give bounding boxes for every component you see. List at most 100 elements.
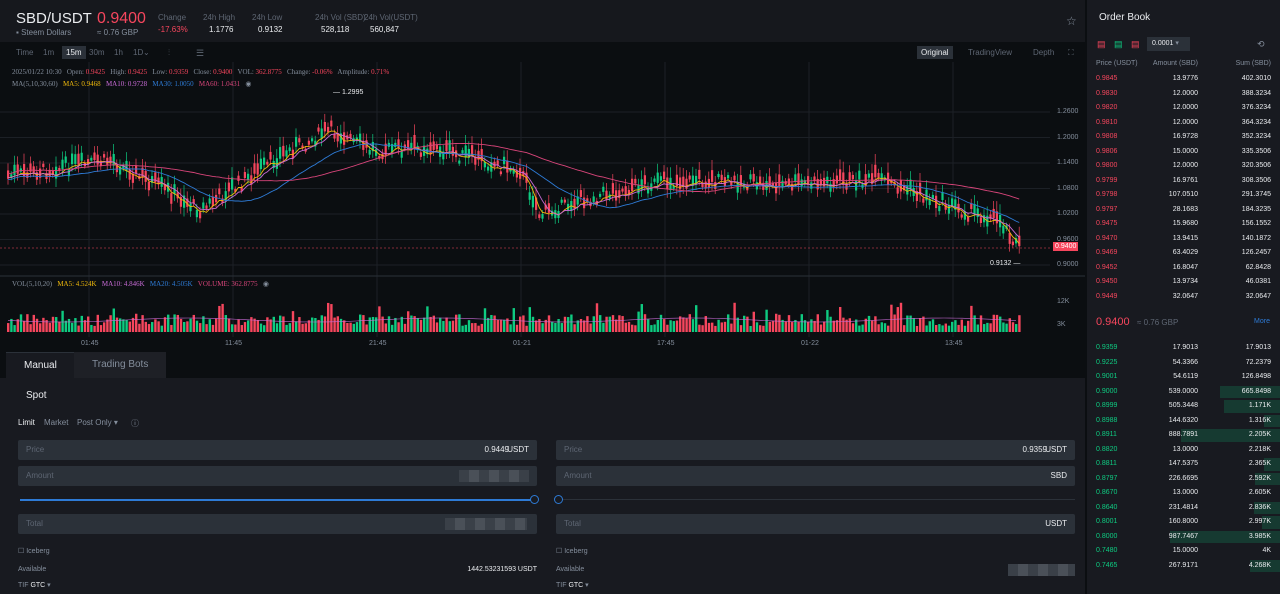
buy-total-input[interactable]: Total — [18, 514, 537, 534]
sell-slider[interactable] — [562, 499, 1075, 500]
volume-bar — [960, 319, 963, 332]
order-sum: 4.268K — [1248, 561, 1271, 569]
ask-row[interactable]: 0.9820 12.0000 376.3234 — [1087, 101, 1280, 116]
ask-row[interactable]: 0.9799 16.9761 308.3506 — [1087, 174, 1280, 189]
more-link[interactable]: More — [1254, 318, 1270, 325]
ask-row[interactable]: 0.9800 12.0000 320.3506 — [1087, 159, 1280, 174]
sell-total-input[interactable]: Total USDT — [556, 514, 1075, 534]
interval-1m[interactable]: 1m — [43, 48, 54, 57]
bid-row[interactable]: 0.8797 226.6695 2.592K — [1087, 472, 1280, 487]
view-bids-icon[interactable]: ▤ — [1114, 39, 1123, 50]
stat-label: 24h Vol (SBD) — [315, 13, 366, 22]
buy-price-input[interactable]: Price 0.9449 USDT — [18, 440, 537, 460]
ask-row[interactable]: 0.9806 15.0000 335.3506 — [1087, 145, 1280, 160]
ask-row[interactable]: 0.9449 32.0647 32.0647 — [1087, 290, 1280, 305]
bid-row[interactable]: 0.8811 147.5375 2.365K — [1087, 457, 1280, 472]
bid-row[interactable]: 0.7480 15.0000 4K — [1087, 544, 1280, 559]
ask-row[interactable]: 0.9452 16.8047 62.8428 — [1087, 261, 1280, 276]
buy-amount-input[interactable]: Amount — [18, 466, 537, 486]
interval-1d[interactable]: 1D — [133, 48, 143, 57]
candle — [704, 175, 707, 194]
refresh-icon[interactable]: ⟲ — [1257, 39, 1265, 50]
bid-row[interactable]: 0.9225 54.3366 72.2379 — [1087, 356, 1280, 371]
ask-row[interactable]: 0.9845 13.9776 402.3010 — [1087, 72, 1280, 87]
order-price: 0.9470 — [1096, 234, 1118, 242]
indicator-icon[interactable]: ⫶ — [168, 48, 170, 58]
ask-row[interactable]: 0.9798 107.0510 291.3745 — [1087, 188, 1280, 203]
info-icon[interactable]: ⓘ — [131, 418, 139, 429]
ask-row[interactable]: 0.9810 12.0000 364.3234 — [1087, 116, 1280, 131]
bid-row[interactable]: 0.9000 539.0000 665.8498 — [1087, 385, 1280, 400]
sell-tif-select[interactable]: TIF GTC ▾ — [556, 581, 589, 589]
interval-15m[interactable]: 15m — [62, 46, 86, 59]
volume-bar — [419, 319, 423, 332]
sell-amount-input[interactable]: Amount SBD — [556, 466, 1075, 486]
buy-slider[interactable] — [20, 499, 535, 501]
bid-row[interactable]: 0.7465 267.9171 4.268K — [1087, 559, 1280, 574]
volume-bar — [141, 315, 144, 332]
volume-bar — [570, 314, 573, 332]
volume-bar — [727, 314, 730, 332]
candle — [39, 160, 42, 185]
buy-tif-select[interactable]: TIF GTC ▾ — [18, 581, 51, 589]
view-original[interactable]: Original — [917, 46, 953, 59]
ask-row[interactable]: 0.9830 12.0000 388.3234 — [1087, 87, 1280, 102]
volume-bar — [800, 314, 803, 332]
bid-row[interactable]: 0.8001 160.8000 2.997K — [1087, 515, 1280, 530]
candle — [464, 135, 467, 167]
fullscreen-icon[interactable]: ⛶ — [1068, 48, 1074, 58]
buy-slider-handle[interactable] — [530, 495, 539, 504]
price-tick: 1.1400 — [1057, 159, 1079, 166]
bid-row[interactable]: 0.8999 505.3448 1.171K — [1087, 399, 1280, 414]
candlestick-chart[interactable]: 2025/01/22 10:30 Open: 0.9425 High: 0.94… — [0, 62, 1085, 352]
order-sum: 291.3745 — [1241, 191, 1271, 198]
tab-manual[interactable]: Manual — [6, 352, 75, 378]
bid-row[interactable]: 0.9359 17.9013 17.9013 — [1087, 341, 1280, 356]
interval-time[interactable]: Time — [16, 48, 33, 57]
ask-row[interactable]: 0.9469 63.4029 126.2457 — [1087, 246, 1280, 261]
bid-row[interactable]: 0.8000 987.7467 3.985K — [1087, 530, 1280, 545]
candle — [816, 169, 819, 197]
settings-menu-icon[interactable]: ☰ — [196, 48, 204, 59]
view-tradingview[interactable]: TradingView — [968, 48, 1012, 57]
candle — [99, 156, 102, 171]
sell-price-input[interactable]: Price 0.9359 USDT — [556, 440, 1075, 460]
bid-row[interactable]: 0.9001 54.6119 126.8498 — [1087, 370, 1280, 385]
sell-iceberg-checkbox[interactable]: ☐ Iceberg — [556, 547, 588, 555]
ask-row[interactable]: 0.9808 16.9728 352.3234 — [1087, 130, 1280, 145]
order-type-limit[interactable]: Limit — [18, 418, 35, 427]
candle — [355, 134, 358, 144]
bid-row[interactable]: 0.8820 13.0000 2.218K — [1087, 443, 1280, 458]
volume-bar — [39, 323, 42, 332]
interval-30m[interactable]: 30m — [89, 48, 105, 57]
view-depth[interactable]: Depth — [1033, 48, 1054, 57]
buy-iceberg-checkbox[interactable]: ☐ Iceberg — [18, 547, 50, 555]
favorite-star-icon[interactable]: ☆ — [1066, 14, 1077, 28]
sell-slider-handle[interactable] — [554, 495, 563, 504]
precision-select[interactable]: 0.0001 ▾ — [1147, 37, 1190, 51]
order-type-post-only[interactable]: Post Only ▾ — [77, 418, 118, 427]
order-type-market[interactable]: Market — [44, 418, 68, 427]
interval-1h[interactable]: 1h — [114, 48, 123, 57]
ask-row[interactable]: 0.9475 15.9680 156.1552 — [1087, 217, 1280, 232]
ask-row[interactable]: 0.9470 13.9415 140.1872 — [1087, 232, 1280, 247]
ask-row[interactable]: 0.9450 13.9734 46.0381 — [1087, 275, 1280, 290]
bid-row[interactable]: 0.8670 13.0000 2.605K — [1087, 486, 1280, 501]
eye-icon[interactable]: ◉ — [245, 80, 251, 88]
ask-row[interactable]: 0.9797 28.1683 184.3235 — [1087, 203, 1280, 218]
volume-eye-icon[interactable]: ◉ — [263, 280, 269, 288]
candle — [797, 164, 800, 192]
volume-bar — [973, 315, 976, 332]
pair-title[interactable]: SBD/USDT — [16, 10, 92, 27]
volume-bar — [215, 318, 218, 332]
chart-canvas[interactable] — [0, 62, 1085, 352]
volume-bar — [51, 316, 55, 332]
tab-trading-bots[interactable]: Trading Bots — [74, 352, 167, 378]
view-both-icon[interactable]: ▤ — [1097, 39, 1106, 50]
bid-row[interactable]: 0.8640 231.4814 2.836K — [1087, 501, 1280, 516]
view-asks-icon[interactable]: ▤ — [1131, 39, 1140, 50]
interval-dropdown-icon[interactable]: ⌄ — [143, 48, 150, 57]
order-sum: 2.218K — [1248, 445, 1271, 453]
bid-row[interactable]: 0.8911 888.7891 2.205K — [1087, 428, 1280, 443]
bid-row[interactable]: 0.8988 144.6320 1.316K — [1087, 414, 1280, 429]
